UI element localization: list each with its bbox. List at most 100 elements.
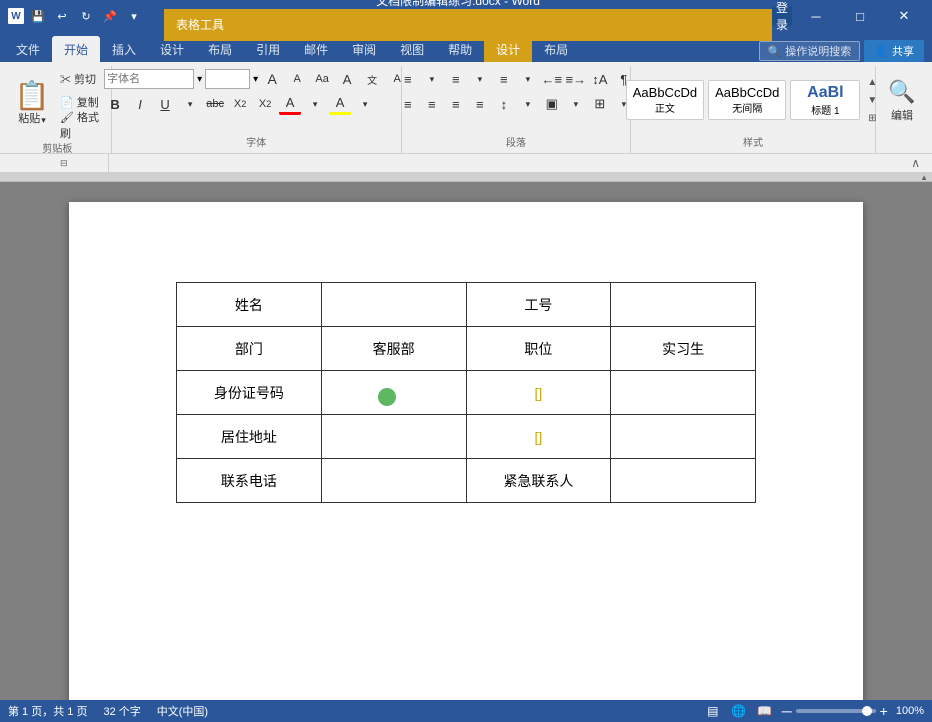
search-box[interactable]: 🔍 操作说明搜索 bbox=[759, 41, 861, 61]
format-painter-btn[interactable]: 🖌 格式刷 bbox=[56, 114, 105, 136]
shading-dropdown-btn[interactable]: ▾ bbox=[565, 93, 587, 115]
list-multilevel-dropdown-btn[interactable]: ▾ bbox=[517, 68, 539, 90]
table-cell-idcard-bracket[interactable]: [] bbox=[466, 371, 611, 415]
border-btn[interactable]: ⊞ bbox=[589, 93, 611, 115]
cut-btn[interactable]: ✂ 剪切 bbox=[56, 68, 105, 90]
zoom-thumb[interactable] bbox=[862, 706, 872, 716]
table-cell-empno-label[interactable]: 工号 bbox=[466, 283, 611, 327]
strikethrough-btn[interactable]: abc bbox=[204, 93, 226, 115]
tab-design[interactable]: 设计 bbox=[148, 36, 196, 62]
font-size-decrease-btn[interactable]: A bbox=[286, 68, 308, 90]
style-heading1[interactable]: AaBl 标题 1 bbox=[790, 80, 860, 120]
share-btn[interactable]: 👤 共享 bbox=[864, 40, 924, 62]
underline-dropdown-btn[interactable]: ▾ bbox=[179, 93, 201, 115]
table-cell-position-value[interactable]: 实习生 bbox=[611, 327, 756, 371]
indent-decrease-btn[interactable]: ←≡ bbox=[541, 68, 563, 90]
redo-quick-btn[interactable]: ↻ bbox=[76, 6, 96, 26]
style-no-space[interactable]: AaBbCcDd 无间隔 bbox=[708, 80, 786, 120]
collapse-ribbon-btn[interactable]: ∧ bbox=[911, 154, 928, 172]
tab-home[interactable]: 开始 bbox=[52, 36, 100, 62]
tab-references[interactable]: 引用 bbox=[244, 36, 292, 62]
font-name-input[interactable] bbox=[104, 69, 194, 89]
text-color-dropdown-btn[interactable]: ▾ bbox=[304, 93, 326, 115]
highlight-color-btn[interactable]: A bbox=[329, 93, 351, 115]
print-layout-btn[interactable]: ▤ bbox=[704, 702, 722, 720]
paste-btn[interactable]: 📋 粘贴 ▾ bbox=[10, 68, 54, 138]
table-cell-address-label[interactable]: 居住地址 bbox=[177, 415, 322, 459]
list-bullet-dropdown-btn[interactable]: ▾ bbox=[421, 68, 443, 90]
zoom-minus-btn[interactable]: ─ bbox=[782, 703, 792, 719]
table-cell-position-label[interactable]: 职位 bbox=[466, 327, 611, 371]
tab-review[interactable]: 审阅 bbox=[340, 36, 388, 62]
tab-mailings[interactable]: 邮件 bbox=[292, 36, 340, 62]
line-spacing-btn[interactable]: ↕ bbox=[493, 93, 515, 115]
phonetics-btn[interactable]: 文 bbox=[361, 68, 383, 90]
list-number-btn[interactable]: ≡ bbox=[445, 68, 467, 90]
tab-view[interactable]: 视图 bbox=[388, 36, 436, 62]
save-quick-btn[interactable]: 💾 bbox=[28, 6, 48, 26]
table-cell-idcard-extra[interactable] bbox=[611, 371, 756, 415]
table-cell-name-value[interactable] bbox=[321, 283, 466, 327]
list-multilevel-btn[interactable]: ≡ bbox=[493, 68, 515, 90]
font-size-input[interactable] bbox=[205, 69, 250, 89]
collapse-icon[interactable]: ∧ bbox=[911, 156, 920, 170]
line-spacing-dropdown-btn[interactable]: ▾ bbox=[517, 93, 539, 115]
tab-table-layout[interactable]: 布局 bbox=[532, 36, 580, 62]
align-justify-btn[interactable]: ≡ bbox=[469, 93, 491, 115]
table-cell-emergency-label[interactable]: 紧急联系人 bbox=[466, 459, 611, 503]
table-cell-address-value[interactable] bbox=[321, 415, 466, 459]
align-center-btn[interactable]: ≡ bbox=[421, 93, 443, 115]
table-cell-phone-label[interactable]: 联系电话 bbox=[177, 459, 322, 503]
search-label[interactable]: 操作说明搜索 bbox=[785, 43, 851, 59]
doc-table[interactable]: 姓名 工号 部门 客服部 职位 实习生 身份证号码 [] bbox=[176, 282, 756, 503]
tab-layout[interactable]: 布局 bbox=[196, 36, 244, 62]
indent-increase-btn[interactable]: ≡→ bbox=[565, 68, 587, 90]
zoom-plus-btn[interactable]: + bbox=[880, 703, 888, 719]
align-left-btn[interactable]: ≡ bbox=[397, 93, 419, 115]
tab-table-design[interactable]: 设计 bbox=[484, 36, 532, 62]
section-label-clipboard-expand[interactable]: ⊟ bbox=[60, 158, 68, 169]
tab-help[interactable]: 帮助 bbox=[436, 36, 484, 62]
tab-file[interactable]: 文件 bbox=[4, 36, 52, 62]
underline-btn[interactable]: U bbox=[154, 93, 176, 115]
font-name-dropdown-icon[interactable]: ▾ bbox=[197, 74, 202, 85]
login-btn[interactable]: 登录 bbox=[772, 6, 792, 26]
web-layout-btn[interactable]: 🌐 bbox=[730, 702, 748, 720]
pin-quick-btn[interactable]: 📌 bbox=[100, 6, 120, 26]
tab-insert[interactable]: 插入 bbox=[100, 36, 148, 62]
clear-format-btn[interactable]: A bbox=[336, 68, 358, 90]
find-btn[interactable]: 🔍 编辑 bbox=[880, 70, 924, 130]
font-case-btn[interactable]: Aa bbox=[311, 68, 333, 90]
zoom-slider[interactable] bbox=[796, 709, 876, 713]
table-cell-phone-value[interactable] bbox=[321, 459, 466, 503]
list-bullet-btn[interactable]: ≡ bbox=[397, 68, 419, 90]
superscript-btn[interactable]: X2 bbox=[254, 93, 276, 115]
table-cell-dept-label[interactable]: 部门 bbox=[177, 327, 322, 371]
subscript-btn[interactable]: X2 bbox=[229, 93, 251, 115]
restore-btn[interactable]: □ bbox=[840, 0, 880, 32]
close-btn[interactable]: ✕ bbox=[884, 0, 924, 32]
collapse-arrow-icon[interactable]: ▲ bbox=[920, 173, 928, 182]
sort-btn[interactable]: ↕A bbox=[589, 68, 611, 90]
more-quick-btn[interactable]: ▾ bbox=[124, 6, 144, 26]
style-normal[interactable]: AaBbCcDd 正文 bbox=[626, 80, 704, 120]
highlight-color-dropdown-btn[interactable]: ▾ bbox=[354, 93, 376, 115]
doc-area[interactable]: 姓名 工号 部门 客服部 职位 实习生 身份证号码 [] bbox=[0, 182, 932, 700]
text-color-btn[interactable]: A bbox=[279, 93, 301, 115]
table-cell-address-extra[interactable] bbox=[611, 415, 756, 459]
bold-btn[interactable]: B bbox=[104, 93, 126, 115]
shading-btn[interactable]: ▣ bbox=[541, 93, 563, 115]
align-right-btn[interactable]: ≡ bbox=[445, 93, 467, 115]
table-cell-idcard-label[interactable]: 身份证号码 bbox=[177, 371, 322, 415]
read-mode-btn[interactable]: 📖 bbox=[756, 702, 774, 720]
list-number-dropdown-btn[interactable]: ▾ bbox=[469, 68, 491, 90]
minimize-btn[interactable]: ─ bbox=[796, 0, 836, 32]
font-size-increase-btn[interactable]: A bbox=[261, 68, 283, 90]
table-cell-emergency-value[interactable] bbox=[611, 459, 756, 503]
italic-btn[interactable]: I bbox=[129, 93, 151, 115]
table-cell-empno-value[interactable] bbox=[611, 283, 756, 327]
table-cell-name-label[interactable]: 姓名 bbox=[177, 283, 322, 327]
font-size-dropdown-icon[interactable]: ▾ bbox=[253, 74, 258, 85]
table-cell-dept-value[interactable]: 客服部 bbox=[321, 327, 466, 371]
table-cell-address-bracket[interactable]: [] bbox=[466, 415, 611, 459]
